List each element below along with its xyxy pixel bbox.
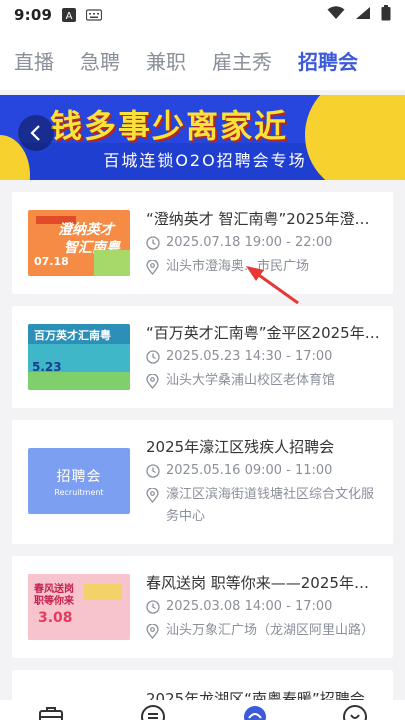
bottom-nav bbox=[0, 700, 405, 720]
job-fair-card[interactable]: 招聘会 Recruitment 2025年濠江区残疾人招聘会 2025.05.1… bbox=[12, 420, 393, 544]
banner-slogan: 钱多事少离家近 bbox=[50, 107, 289, 145]
job-fair-title: 春风送岗 职等你来——2025年… bbox=[146, 574, 369, 592]
tab-urgent[interactable]: 急聘 bbox=[80, 46, 120, 75]
job-fair-title: “百万英才汇南粤”金平区2025年… bbox=[146, 324, 380, 342]
location-pin-icon bbox=[146, 256, 161, 278]
promo-banner[interactable]: 钱多事少离家近 百城连锁O2O招聘会专场 bbox=[0, 95, 405, 180]
job-fair-location-row: 汕头大学桑浦山校区老体育馆 bbox=[146, 370, 382, 392]
job-fair-location-row: 濠江区滨海街道钱塘社区综合文化服务中心 bbox=[146, 484, 382, 528]
job-fair-thumbnail: 春风送岗 职等你来 3.08 bbox=[28, 574, 130, 640]
job-fair-info: “澄纳英才 智汇南粤”2025年澄海区… 2025.07.18 19:00 - … bbox=[146, 208, 382, 278]
job-fair-card[interactable]: 澄纳英才 智汇南粤 07.18 “澄纳英才 智汇南粤”2025年澄海区… 202… bbox=[12, 192, 393, 294]
clock-icon bbox=[146, 232, 161, 254]
chevron-left-icon bbox=[30, 125, 40, 141]
job-fair-info: “百万英才汇南粤”金平区2025年… 2025.05.23 14:30 - 17… bbox=[146, 322, 382, 392]
job-fair-time-row: 2025.05.23 14:30 - 17:00 bbox=[146, 346, 382, 368]
location-pin-icon bbox=[146, 370, 161, 392]
tab-employer-show[interactable]: 雇主秀 bbox=[212, 46, 272, 75]
banner-subtitle: 百城连锁O2O招聘会专场 bbox=[103, 151, 307, 170]
tab-job-fair[interactable]: 招聘会 bbox=[298, 46, 358, 75]
notification-a-icon: A bbox=[62, 8, 77, 22]
job-fair-time: 2025.03.08 14:00 - 17:00 bbox=[166, 599, 333, 614]
category-tabs: 直播 急聘 兼职 雇主秀 招聘会 bbox=[0, 30, 405, 90]
svg-text:A: A bbox=[66, 11, 73, 22]
job-fair-time-row: 2025.03.08 14:00 - 17:00 bbox=[146, 596, 382, 618]
job-fair-info: 2025年濠江区残疾人招聘会 2025.05.16 09:00 - 11:00 … bbox=[146, 436, 382, 528]
job-fair-time: 2025.05.23 14:30 - 17:00 bbox=[166, 349, 333, 364]
clock-icon bbox=[146, 596, 161, 618]
job-fair-list: 澄纳英才 智汇南粤 07.18 “澄纳英才 智汇南粤”2025年澄海区… 202… bbox=[0, 180, 405, 710]
status-bar: 9:09 A bbox=[0, 0, 405, 30]
fair-icon[interactable] bbox=[242, 704, 268, 720]
clock-icon bbox=[146, 346, 161, 368]
keyboard-icon bbox=[86, 9, 103, 21]
job-fair-location-row: 汕头市澄海奥…市民广场 bbox=[146, 256, 382, 278]
job-fair-title: “澄纳英才 智汇南粤”2025年澄海区… bbox=[146, 210, 382, 228]
job-fair-location: 汕头大学桑浦山校区老体育馆 bbox=[166, 373, 336, 388]
tab-part-time[interactable]: 兼职 bbox=[146, 46, 186, 75]
job-fair-time-row: 2025.05.16 09:00 - 11:00 bbox=[146, 460, 382, 482]
job-fair-location: 汕头万象汇广场（龙湖区阿里山路） bbox=[166, 623, 375, 638]
job-fair-card[interactable]: 春风送岗 职等你来 3.08 春风送岗 职等你来——2025年… 2025.03… bbox=[12, 556, 393, 658]
banner-prev-button[interactable] bbox=[18, 115, 54, 151]
job-fair-location: 汕头市澄海奥…市民广场 bbox=[166, 259, 310, 274]
job-fair-thumbnail: 招聘会 Recruitment bbox=[28, 448, 130, 514]
signal-icon bbox=[355, 6, 371, 24]
job-fair-title: 2025年濠江区残疾人招聘会 bbox=[146, 438, 335, 456]
job-fair-card[interactable]: 百万英才汇南粤 5.23 “百万英才汇南粤”金平区2025年… 2025.05.… bbox=[12, 306, 393, 408]
app-root: 9:09 A 直播 急聘 兼职 雇主秀 招聘会 钱多事少离家近 百城连锁O2O招… bbox=[0, 0, 405, 720]
location-pin-icon bbox=[146, 620, 161, 642]
tab-live[interactable]: 直播 bbox=[14, 46, 54, 75]
job-fair-time: 2025.07.18 19:00 - 22:00 bbox=[166, 235, 333, 250]
job-fair-location: 濠江区滨海街道钱塘社区综合文化服务中心 bbox=[166, 487, 375, 524]
job-fair-time: 2025.05.16 09:00 - 11:00 bbox=[166, 463, 333, 478]
status-time: 9:09 bbox=[14, 6, 53, 24]
job-fair-time-row: 2025.07.18 19:00 - 22:00 bbox=[146, 232, 382, 254]
job-fair-thumbnail: 澄纳英才 智汇南粤 07.18 bbox=[28, 210, 130, 276]
job-fair-thumbnail: 百万英才汇南粤 5.23 bbox=[28, 324, 130, 390]
clock-icon bbox=[146, 460, 161, 482]
profile-icon[interactable] bbox=[342, 704, 368, 720]
briefcase-icon[interactable] bbox=[38, 704, 64, 720]
job-fair-location-row: 汕头万象汇广场（龙湖区阿里山路） bbox=[146, 620, 382, 642]
wifi-icon bbox=[327, 6, 345, 24]
job-fair-info: 春风送岗 职等你来——2025年… 2025.03.08 14:00 - 17:… bbox=[146, 572, 382, 642]
battery-icon bbox=[381, 5, 391, 25]
location-pin-icon bbox=[146, 484, 161, 506]
list-icon[interactable] bbox=[140, 704, 166, 720]
